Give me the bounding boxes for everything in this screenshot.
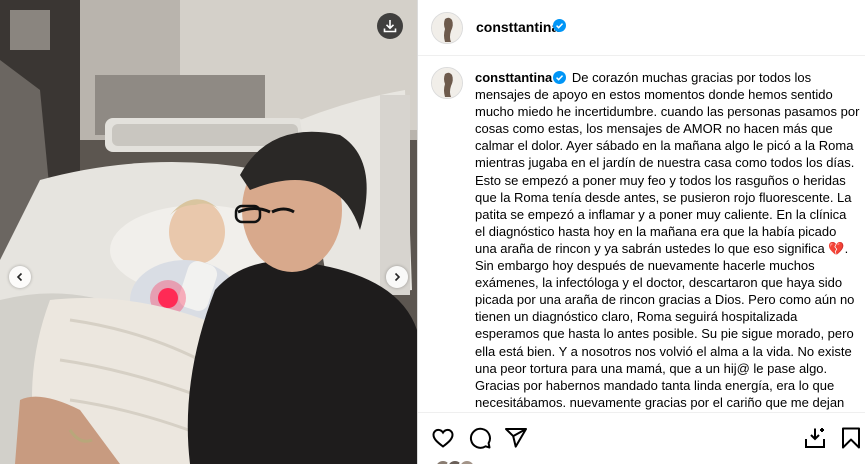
caption-section: consttantina De corazón muchas gracias p… (418, 57, 865, 411)
action-bar (418, 412, 865, 464)
share-icon (505, 428, 527, 448)
save-button[interactable] (839, 426, 863, 450)
caption-body-part2: . Sin embargo hoy después de nuevamente … (475, 240, 855, 410)
post-image (0, 0, 417, 464)
previous-photo-button[interactable] (9, 266, 31, 288)
like-button[interactable] (431, 426, 455, 450)
liked-by-avatars[interactable] (434, 459, 494, 464)
caption-username[interactable]: consttantina (475, 70, 552, 85)
verified-badge-icon (553, 71, 567, 84)
heart-icon (432, 428, 454, 448)
next-photo-button[interactable] (386, 266, 408, 288)
avatar (458, 459, 476, 464)
share-button[interactable] (504, 426, 528, 450)
verified-badge-icon (553, 19, 566, 32)
comment-icon (469, 427, 491, 449)
broken-heart-emoji: 💔 (828, 240, 845, 256)
download-button[interactable] (377, 13, 403, 39)
repost-button[interactable] (803, 426, 827, 450)
download-icon (383, 20, 397, 33)
avatar-image (432, 13, 462, 43)
caption-author-avatar[interactable] (431, 67, 463, 99)
author-avatar[interactable] (431, 12, 463, 44)
bookmark-icon (842, 427, 860, 449)
repost-icon (805, 428, 825, 448)
chevron-right-icon (394, 272, 401, 282)
chevron-left-icon (16, 272, 23, 282)
avatar-image (432, 68, 462, 98)
author-username[interactable]: consttantina (476, 19, 559, 35)
caption-text: consttantina De corazón muchas gracias p… (475, 69, 860, 411)
caption-body-part1: De corazón muchas gracias por todos los … (475, 70, 860, 256)
post-details-panel: consttantina consttantina De corazón muc… (417, 0, 865, 464)
post-header: consttantina (418, 0, 865, 56)
comment-button[interactable] (468, 426, 492, 450)
post-photo[interactable] (0, 0, 417, 464)
